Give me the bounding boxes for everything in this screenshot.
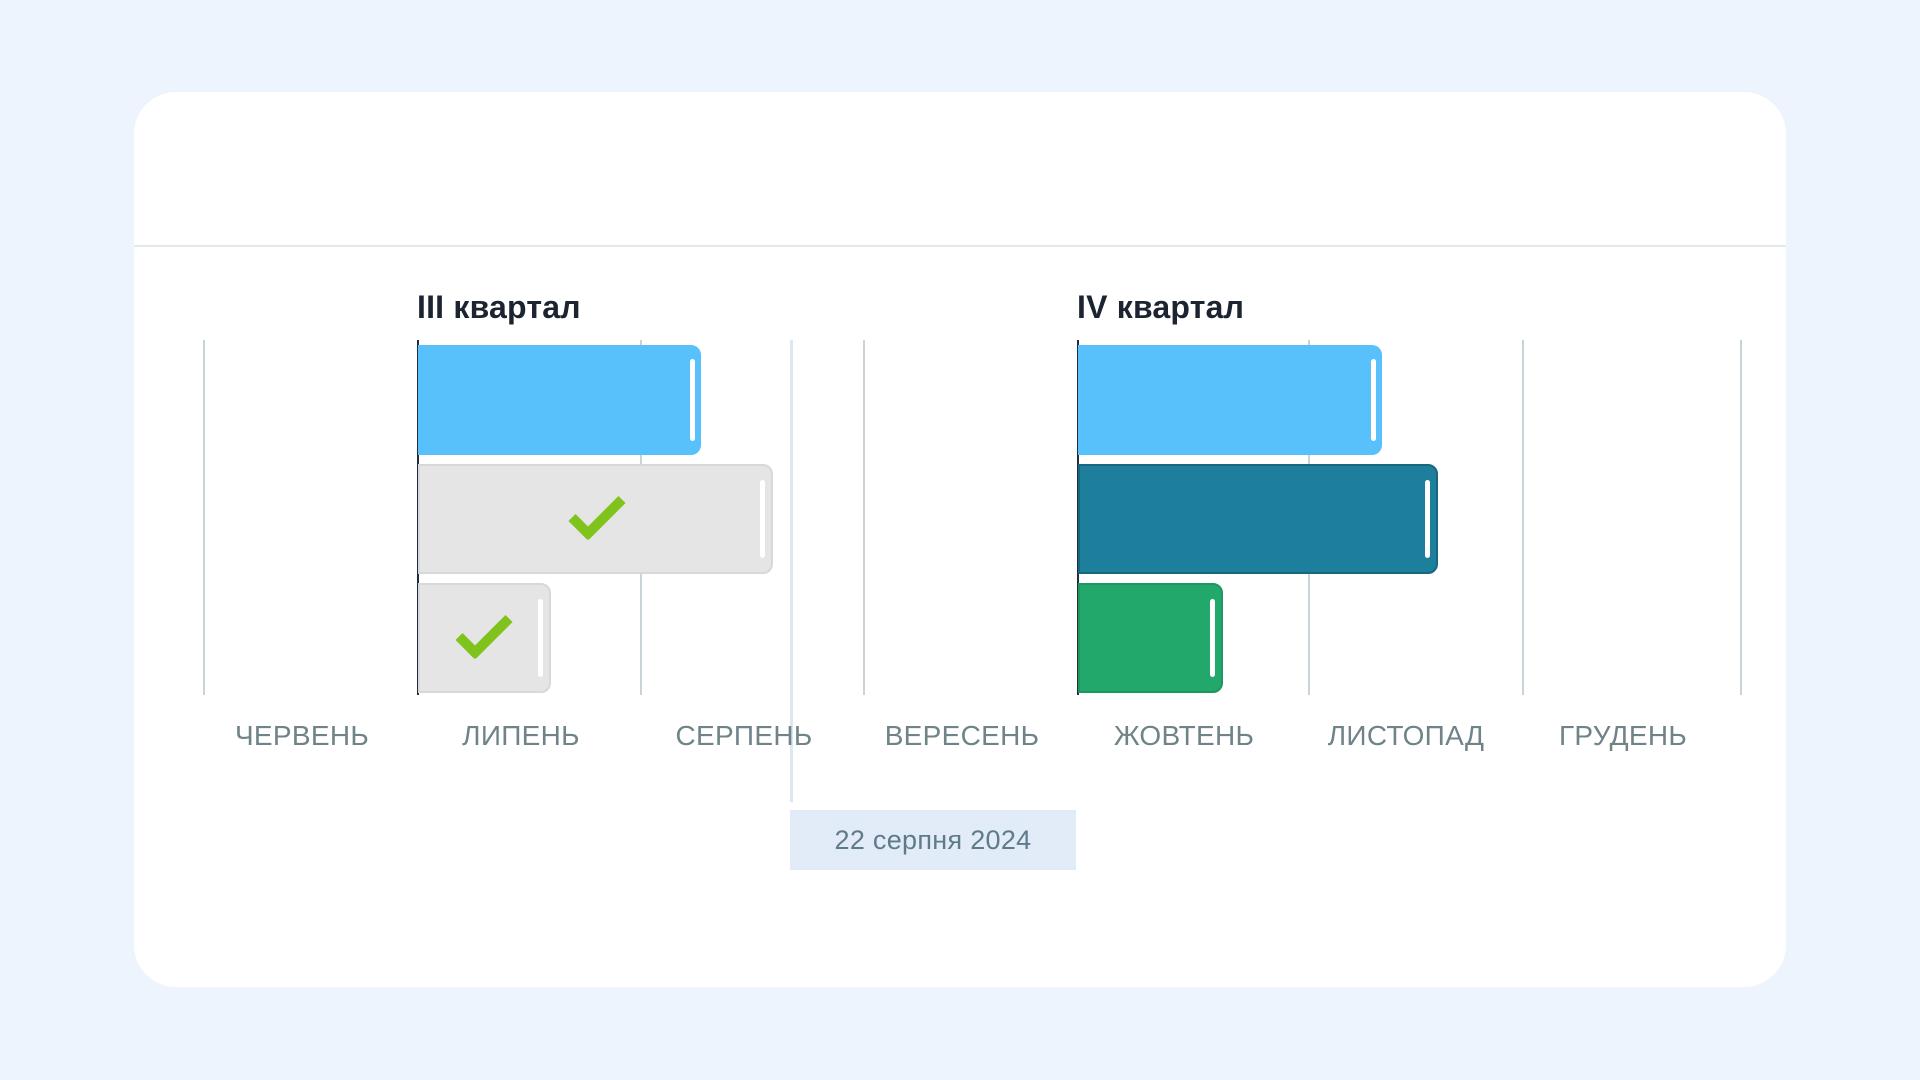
resize-handle[interactable] (538, 599, 543, 677)
month-label-september: ВЕРЕСЕНЬ (884, 720, 1040, 751)
timeline-card: III квартал IV квартал ЧЕРВЕНЬ ЛИПЕНЬ СЕ… (134, 92, 1786, 987)
task-bar-q4-2[interactable] (1078, 464, 1438, 574)
quarter-title-q4: IV квартал (1077, 289, 1245, 325)
resize-handle[interactable] (1371, 359, 1376, 441)
task-bar-q3-2[interactable] (418, 464, 773, 574)
month-label-august: СЕРПЕНЬ (675, 720, 813, 751)
month-label-november: ЛИСТОПАД (1327, 720, 1485, 751)
resize-handle[interactable] (1210, 599, 1215, 677)
month-label-october: ЖОВТЕНЬ (1113, 720, 1255, 751)
check-icon (568, 494, 626, 545)
month-label-june: ЧЕРВЕНЬ (234, 720, 370, 751)
check-icon (455, 613, 513, 664)
resize-handle[interactable] (1425, 480, 1430, 558)
task-bar-q4-3[interactable] (1078, 583, 1223, 693)
month-gridline (1522, 340, 1524, 695)
task-bar-q4-1[interactable] (1078, 345, 1382, 455)
month-label-july: ЛИПЕНЬ (462, 720, 580, 751)
month-label-december: ГРУДЕНЬ (1558, 720, 1688, 751)
today-date-label: 22 серпня 2024 (790, 810, 1076, 870)
month-gridline (1740, 340, 1742, 695)
month-gridline (863, 340, 865, 695)
quarter-title-q3: III квартал (417, 289, 581, 325)
month-gridline (203, 340, 205, 695)
resize-handle[interactable] (760, 480, 765, 558)
task-bar-q3-1[interactable] (418, 345, 701, 455)
task-bar-q3-3[interactable] (418, 583, 551, 693)
resize-handle[interactable] (690, 359, 695, 441)
card-divider (134, 245, 1786, 247)
